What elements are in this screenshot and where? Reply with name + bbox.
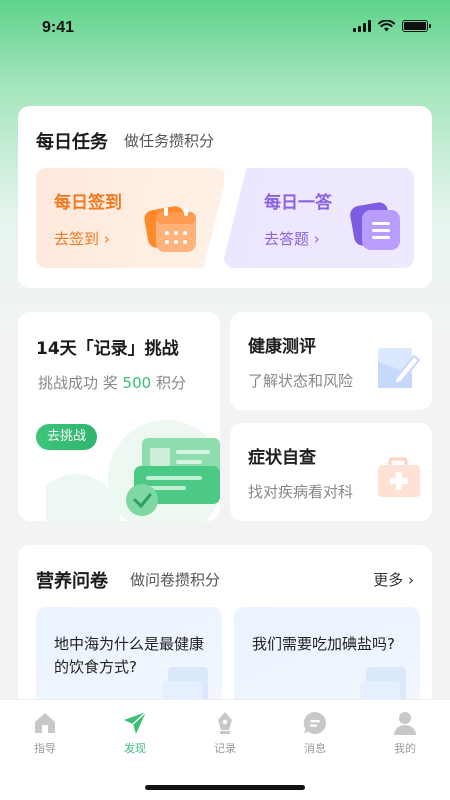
tab-label: 我的 (394, 742, 416, 755)
symptom-check-card[interactable]: 症状自查 找对疾病看对科 (230, 423, 432, 521)
tab-guide[interactable]: 指导 (0, 710, 90, 756)
nutrition-subtitle: 做问卷攒积分 (130, 571, 221, 589)
assessment-title: 健康测评 (248, 337, 316, 357)
tab-record[interactable]: 记录 (180, 710, 270, 756)
chat-icon (303, 711, 326, 734)
tab-label: 指导 (34, 742, 56, 755)
answer-link[interactable]: 去答题 › (264, 228, 320, 249)
answer-sheet-icon (350, 202, 400, 250)
tab-label: 消息 (304, 742, 326, 755)
daily-task-title: 每日任务 (36, 132, 108, 153)
daily-task-subtitle: 做任务攒积分 (124, 132, 215, 150)
health-assessment-card[interactable]: 健康测评 了解状态和风险 (230, 312, 432, 410)
medical-kit-icon (378, 457, 420, 497)
challenge-illustration (46, 420, 220, 521)
survey-item-text: 我们需要吃加碘盐吗? (252, 635, 395, 653)
status-bar: 9:41 (0, 0, 450, 56)
tab-messages[interactable]: 消息 (270, 710, 360, 756)
challenge-title: 14天「记录」挑战 (36, 339, 179, 359)
tab-profile[interactable]: 我的 (360, 710, 450, 756)
tab-discover[interactable]: 发现 (90, 710, 180, 756)
challenge-subtitle: 挑战成功 奖 500 积分 (38, 374, 186, 392)
nutrition-title: 营养问卷 (36, 571, 108, 592)
answer-title: 每日一答 (264, 193, 332, 213)
status-icons (353, 20, 431, 32)
assessment-subtitle: 了解状态和风险 (248, 372, 354, 390)
daily-checkin-tile[interactable]: 每日签到 去签到 › (36, 168, 226, 268)
daily-task-card: 每日任务 做任务攒积分 每日签到 去签到 › 每日一答 去答题 › (18, 106, 432, 288)
pen-icon (218, 712, 232, 734)
checkin-title: 每日签到 (54, 193, 122, 213)
challenge-points: 500 (122, 374, 152, 392)
cellular-signal-icon (353, 20, 371, 32)
record-challenge-card[interactable]: 14天「记录」挑战 挑战成功 奖 500 积分 去挑战 (18, 312, 220, 521)
more-link[interactable]: 更多 › (373, 569, 414, 590)
symptom-title: 症状自查 (248, 448, 316, 468)
tab-label: 记录 (214, 742, 236, 755)
home-icon (35, 713, 55, 733)
nutrition-survey-card: 营养问卷 做问卷攒积分 更多 › 地中海为什么是最健康的饮食方式? 我们需要吃加… (18, 545, 432, 715)
battery-icon (402, 20, 431, 32)
send-icon (124, 711, 147, 734)
checkin-link[interactable]: 去签到 › (54, 228, 110, 249)
symptom-subtitle: 找对疾病看对科 (248, 483, 354, 501)
tab-label: 发现 (124, 742, 146, 755)
daily-answer-tile[interactable]: 每日一答 去答题 › (224, 168, 414, 268)
calendar-icon (144, 206, 196, 252)
status-time: 9:41 (42, 19, 75, 36)
home-indicator[interactable] (145, 785, 305, 790)
user-icon (394, 712, 416, 735)
assessment-document-icon (378, 348, 420, 388)
wifi-icon (378, 20, 395, 32)
